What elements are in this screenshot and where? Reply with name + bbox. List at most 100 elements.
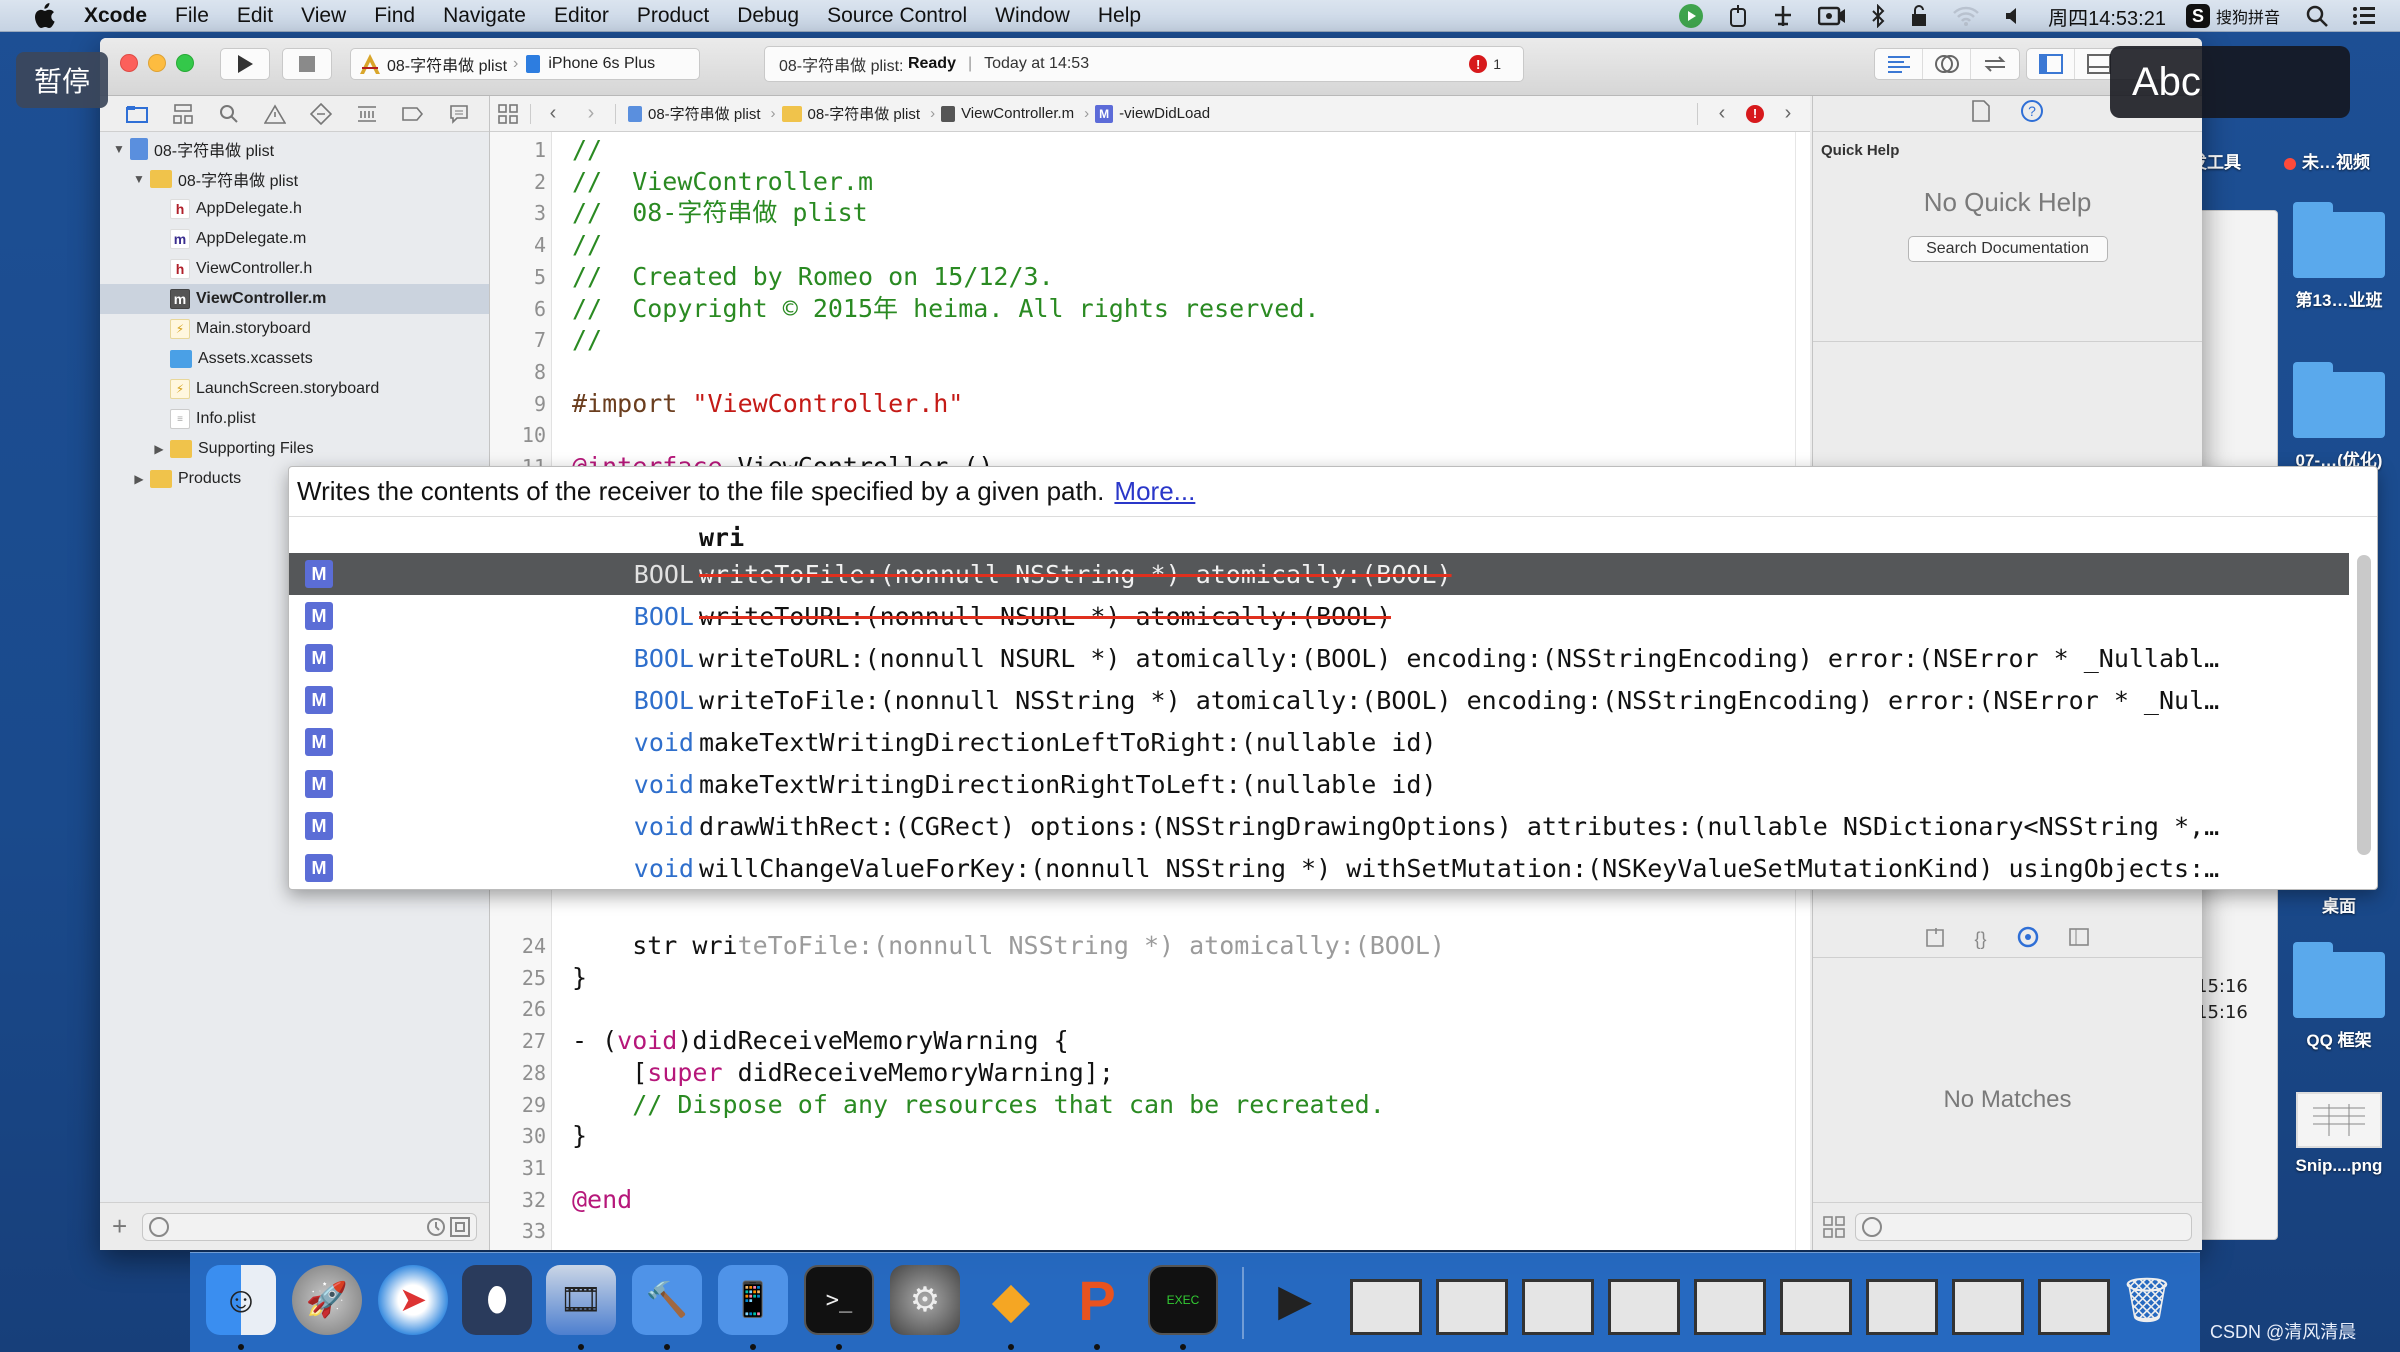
file-tree-item[interactable]: ▶ Supporting Files [100,434,489,464]
dock-xcode[interactable]: 🔨 [632,1265,702,1335]
minimized-window-thumbnail[interactable] [1866,1279,1938,1335]
menu-navigate[interactable]: Navigate [443,4,526,28]
disclosure-expanded-icon[interactable]: ▼ [132,172,146,186]
minimize-window-button[interactable] [148,54,166,72]
menu-help[interactable]: Help [1098,4,1141,28]
search-documentation-button[interactable]: Search Documentation [1907,236,2108,262]
completion-item[interactable]: Mvoid drawWithRect:(CGRect) options:(NSSt… [289,805,2349,847]
zoom-window-button[interactable] [176,54,194,72]
minimized-window-thumbnail[interactable] [1436,1279,1508,1335]
dock-trash[interactable]: 🗑 [2112,1265,2182,1335]
recent-files-clock-icon[interactable] [426,1217,446,1237]
minimized-window-thumbnail[interactable] [1952,1279,2024,1335]
menu-editor[interactable]: Editor [554,4,609,28]
dock-launchpad[interactable]: 🚀 [292,1265,362,1335]
report-navigator-tab[interactable] [446,101,472,127]
dock-media-player[interactable]: ▶ [1260,1265,1330,1335]
previous-issue-button[interactable]: ‹ [1710,102,1734,126]
screen-record-icon[interactable] [1818,5,1846,27]
menu-xcode[interactable]: Xcode [84,4,147,28]
find-navigator-tab[interactable] [216,101,242,127]
file-tree-item[interactable]: Assets.xcassets [100,344,489,374]
assistant-editor-button[interactable] [1923,49,1971,79]
file-template-library-tab[interactable] [1926,927,1945,952]
more-docs-link[interactable]: More... [1114,476,1195,507]
breadcrumb-method[interactable]: M -viewDidLoad [1095,104,1210,123]
disclosure-collapsed-icon[interactable]: ▶ [132,472,146,486]
debug-navigator-tab[interactable] [354,101,380,127]
desktop-item-desktop[interactable]: 桌面 [2284,892,2394,917]
quick-help-inspector-tab[interactable]: ? [2020,99,2044,128]
dock-system-preferences[interactable]: ⚙ [890,1265,960,1335]
disclosure-expanded-icon[interactable]: ▼ [112,142,126,156]
file-tree-item[interactable]: ⚡ Main.storyboard [100,314,489,344]
input-method-menu[interactable]: S 搜狗拼音 [2185,4,2280,28]
completion-item[interactable]: M BOOL writeToFile:(nonnull NSString *) at… [289,553,2349,595]
stop-button[interactable] [282,48,332,80]
file-tree-item[interactable]: ⚡ LaunchScreen.storyboard [100,374,489,404]
disclosure-collapsed-icon[interactable]: ▶ [152,442,166,456]
pause-overlay[interactable]: 暂停 [16,52,108,108]
minimized-window-thumbnail[interactable] [1608,1279,1680,1335]
object-library-tab[interactable] [2017,926,2039,953]
spotlight-search-icon[interactable] [2306,5,2328,27]
lock-icon[interactable] [1910,4,1928,28]
menu-window[interactable]: Window [995,4,1070,28]
scheme-selector[interactable]: 08-字符串做 plist › iPhone 6s Plus [350,48,700,80]
desktop-item-class13[interactable]: 第13…业班 [2284,202,2394,311]
completion-item[interactable]: M BOOL writeToFile:(nonnull NSString *) at… [289,679,2349,721]
project-navigator-tab[interactable] [124,101,150,127]
back-button[interactable]: ‹ [541,102,565,126]
breadcrumb-file[interactable]: ViewController.m [941,105,1074,122]
menu-find[interactable]: Find [374,4,415,28]
dock-simulator[interactable]: 📱 [718,1265,788,1335]
power-icon[interactable] [1728,4,1748,28]
dock-safari[interactable]: ➤ [378,1265,448,1335]
completion-item[interactable]: M BOOL writeToURL:(nonnull NSURL *) atomic… [289,595,2349,637]
file-tree-item[interactable]: h AppDelegate.h [100,194,489,224]
completion-item[interactable]: Mvoid makeTextWritingDirectionLeftToRight… [289,721,2349,763]
bluetooth-icon[interactable] [1870,4,1886,28]
file-tree-item[interactable]: ▼ 08-字符串做 plist [100,134,489,164]
dock-mouse-app[interactable]: ⬮ [462,1265,532,1335]
apple-menu-icon[interactable] [30,2,58,30]
minimized-window-thumbnail[interactable] [1350,1279,1422,1335]
minimized-window-thumbnail[interactable] [1522,1279,1594,1335]
add-file-button[interactable]: + [112,1211,142,1242]
dock-movie-maker[interactable]: 🎞 [546,1265,616,1335]
desktop-item-qq-framework[interactable]: QQ 框架 [2284,942,2394,1051]
dock-wps-presentation[interactable]: P [1062,1265,1132,1335]
desktop-item-07-optimized[interactable]: 07-…(优化) [2284,362,2394,471]
navigator-filter-field[interactable] [142,1212,477,1241]
code-snippet-library-tab[interactable]: {} [1974,929,1986,950]
media-library-tab[interactable] [2068,928,2089,951]
desktop-item-videos[interactable]: 未…视频 [2284,148,2370,173]
menu-edit[interactable]: Edit [237,4,273,28]
forward-button[interactable]: › [579,102,603,126]
breakpoint-navigator-tab[interactable] [400,101,426,127]
completion-item[interactable]: M BOOL writeToURL:(nonnull NSURL *) atomic… [289,637,2349,679]
file-tree-item[interactable]: m AppDelegate.m [100,224,489,254]
toggle-navigator-button[interactable] [2027,49,2075,79]
close-window-button[interactable] [120,54,138,72]
test-navigator-tab[interactable] [308,101,334,127]
dock-sketch[interactable]: ◆ [976,1265,1046,1335]
issue-error-icon[interactable]: ! [1746,104,1764,123]
scm-status-icon[interactable] [450,1216,470,1237]
completion-item[interactable]: Mvoid willChangeValueForKey:(nonnull NSSt… [289,847,2349,889]
menu-file[interactable]: File [175,4,209,28]
volume-icon[interactable] [2004,5,2020,27]
symbol-navigator-tab[interactable] [170,101,196,127]
version-editor-button[interactable] [1971,49,2019,79]
breadcrumb-group[interactable]: 08-字符串做 plist [781,103,920,124]
dock-terminal[interactable]: >_ [804,1265,874,1335]
file-tree-item[interactable]: ≡ Info.plist [100,404,489,434]
completion-scrollbar[interactable] [2357,555,2371,855]
library-filter-field[interactable] [1855,1212,2192,1241]
minimized-window-thumbnail[interactable] [1780,1279,1852,1335]
standard-editor-button[interactable] [1875,49,1923,79]
menu-clock[interactable]: 周四14:53:21 [2048,2,2166,31]
notification-center-icon[interactable] [2352,6,2376,26]
run-button[interactable] [220,48,270,80]
breadcrumb-project[interactable]: 08-字符串做 plist [628,103,761,124]
